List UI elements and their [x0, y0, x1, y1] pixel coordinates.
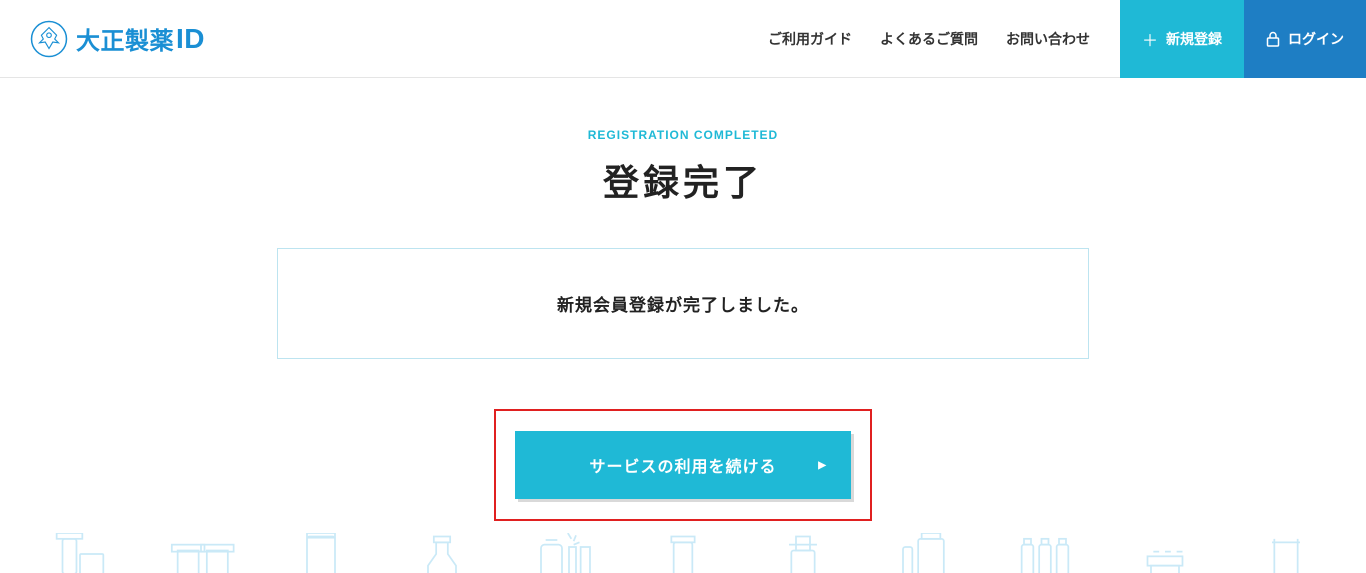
logo-text-jp: 大正製薬 — [76, 21, 174, 56]
eagle-logo-icon — [30, 20, 68, 58]
nav-contact[interactable]: お問い合わせ — [1006, 29, 1090, 49]
product-icon-1 — [45, 533, 115, 573]
product-icon-7 — [768, 533, 838, 573]
product-icon-9 — [1010, 533, 1080, 573]
message-text: 新規会員登録が完了しました。 — [278, 291, 1088, 316]
login-label: ログイン — [1288, 29, 1344, 49]
lock-icon — [1266, 31, 1280, 47]
product-icon-2 — [166, 533, 236, 573]
product-icon-6 — [648, 533, 718, 573]
register-button[interactable]: ＋ 新規登録 — [1120, 0, 1244, 78]
nav-buttons: ＋ 新規登録 ログイン — [1120, 0, 1366, 78]
main-content: REGISTRATION COMPLETED 登録完了 新規会員登録が完了しまし… — [0, 78, 1366, 521]
product-icon-5 — [527, 533, 597, 573]
plus-icon: ＋ — [1142, 27, 1158, 51]
message-box: 新規会員登録が完了しました。 — [277, 248, 1089, 359]
product-icon-3 — [286, 533, 356, 573]
subtitle-en: REGISTRATION COMPLETED — [0, 128, 1366, 142]
logo-text: 大正製薬ID — [76, 21, 205, 56]
logo-text-id: ID — [176, 23, 205, 55]
product-icon-11 — [1251, 533, 1321, 573]
main-header: 大正製薬ID ご利用ガイド よくあるご質問 お問い合わせ ＋ 新規登録 ログイン — [0, 0, 1366, 78]
product-icon-10 — [1130, 533, 1200, 573]
nav-guide[interactable]: ご利用ガイド — [768, 29, 852, 49]
logo-area[interactable]: 大正製薬ID — [0, 20, 205, 58]
continue-button[interactable]: サービスの利用を続ける ▶ — [515, 431, 851, 499]
login-button[interactable]: ログイン — [1244, 0, 1366, 78]
arrow-right-icon: ▶ — [818, 460, 827, 471]
product-icon-8 — [889, 533, 959, 573]
nav-faq[interactable]: よくあるご質問 — [880, 29, 978, 49]
nav-links: ご利用ガイド よくあるご質問 お問い合わせ — [768, 29, 1120, 49]
register-label: 新規登録 — [1166, 29, 1222, 49]
page-title: 登録完了 — [0, 154, 1366, 206]
continue-label: サービスの利用を続ける — [589, 453, 776, 477]
highlight-box: サービスの利用を続ける ▶ — [494, 409, 872, 521]
product-icon-4 — [407, 533, 477, 573]
footer-decoration — [0, 525, 1366, 573]
